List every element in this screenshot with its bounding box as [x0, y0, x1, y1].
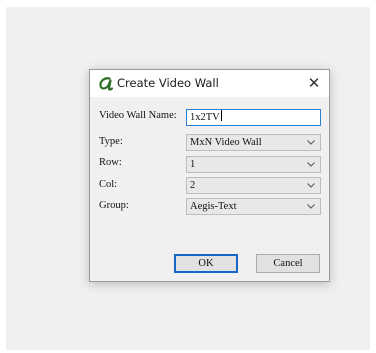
type-select[interactable]: MxN Video Wall — [186, 134, 321, 151]
alpha-logo-icon — [99, 77, 114, 91]
col-label: Col: — [99, 179, 118, 190]
row-label: Row: — [99, 157, 122, 168]
chevron-down-icon — [307, 140, 315, 145]
group-selected-value: Aegis-Text — [190, 201, 237, 212]
col-select[interactable]: 2 — [186, 177, 321, 194]
video-wall-name-input[interactable]: 1x2TV — [186, 109, 321, 126]
close-button[interactable]: ✕ — [299, 70, 329, 97]
chevron-down-icon — [307, 204, 315, 209]
col-selected-value: 2 — [190, 180, 196, 191]
create-video-wall-dialog: Create Video Wall ✕ Video Wall Name: 1x2… — [89, 69, 330, 282]
text-caret — [220, 110, 222, 121]
chevron-down-icon — [307, 183, 315, 188]
type-label: Type: — [99, 136, 123, 147]
row-select[interactable]: 1 — [186, 156, 321, 173]
chevron-down-icon — [307, 162, 315, 167]
type-selected-value: MxN Video Wall — [190, 137, 262, 148]
video-wall-name-value: 1x2TV — [190, 112, 220, 123]
group-label: Group: — [99, 200, 129, 211]
close-icon: ✕ — [307, 74, 321, 92]
dialog-title: Create Video Wall — [117, 76, 219, 90]
dialog-titlebar[interactable]: Create Video Wall ✕ — [90, 70, 329, 97]
video-wall-name-label: Video Wall Name: — [99, 110, 177, 121]
row-selected-value: 1 — [190, 159, 196, 170]
cancel-button[interactable]: Cancel — [256, 254, 320, 273]
group-select[interactable]: Aegis-Text — [186, 198, 321, 215]
ok-button[interactable]: OK — [174, 254, 238, 273]
